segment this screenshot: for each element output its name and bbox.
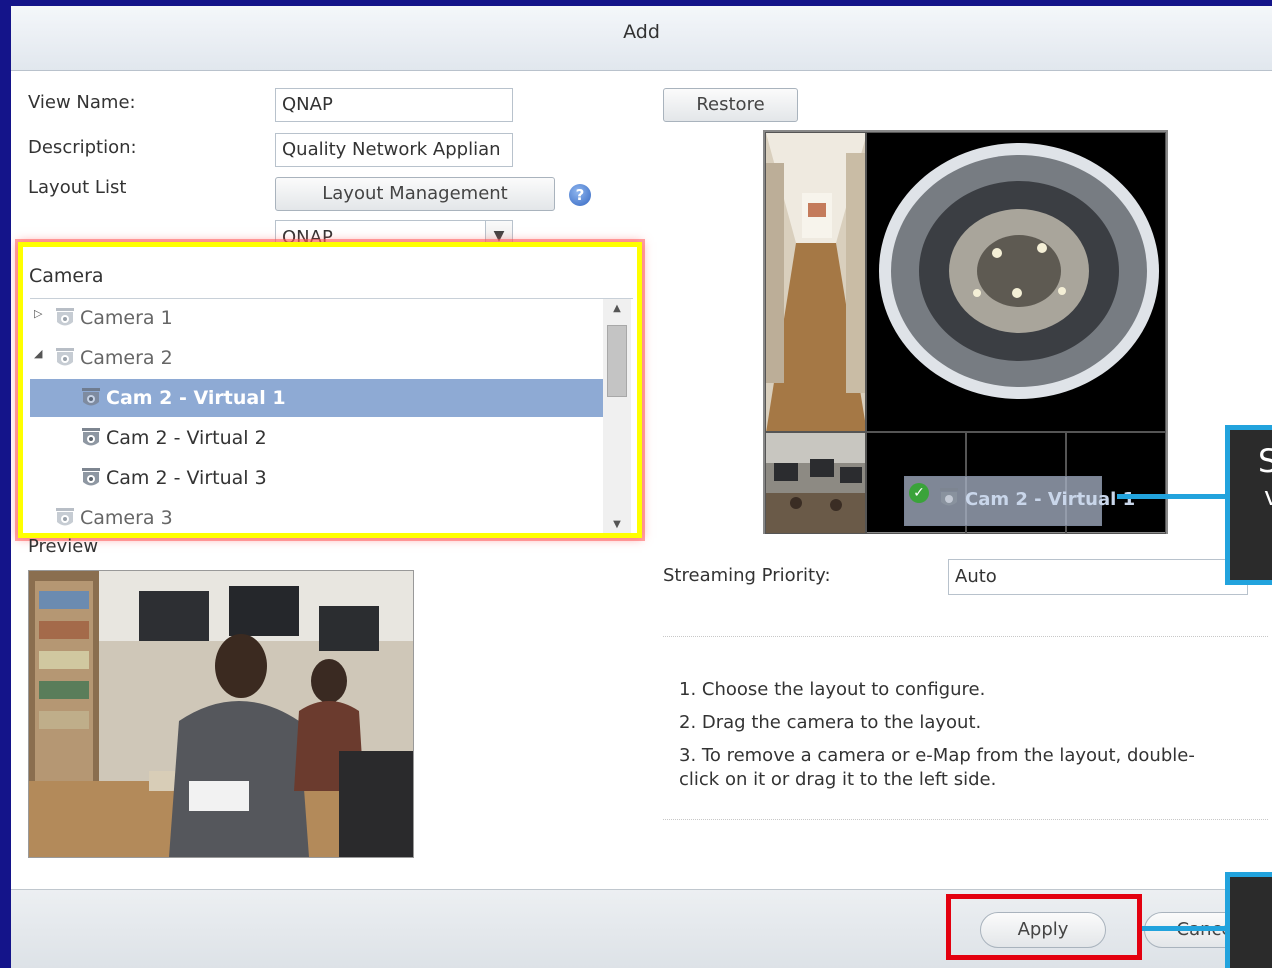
- layout-cell-corridor[interactable]: [765, 132, 866, 432]
- tree-item-cam2-virtual-1[interactable]: Cam 2 - Virtual 1: [30, 379, 603, 417]
- tree-item-camera-1[interactable]: ▷ Camera 1: [30, 299, 603, 337]
- callout-connector: [1142, 926, 1227, 931]
- camera-panel: Camera ▷ Camera 1 ◢ Camera 2 Cam 2 - Vir…: [18, 242, 642, 538]
- camera-icon: [82, 388, 100, 406]
- tree-scrollbar[interactable]: ▲ ▼: [603, 299, 631, 533]
- camera-panel-header: Camera: [29, 265, 104, 287]
- apply-callout: [1225, 872, 1272, 968]
- tree-item-label: Cam 2 - Virtual 1: [106, 387, 286, 409]
- apply-highlight-box: [946, 894, 1142, 960]
- tree-item-camera-2[interactable]: ◢ Camera 2: [30, 339, 603, 377]
- tree-item-label: Camera 3: [80, 507, 173, 529]
- office-camera-picture: [766, 433, 865, 533]
- camera-icon: [56, 508, 74, 526]
- scroll-thumb[interactable]: [607, 325, 627, 397]
- layout-cell-office[interactable]: [765, 432, 866, 534]
- tree-item-cam2-virtual-2[interactable]: Cam 2 - Virtual 2: [30, 419, 603, 457]
- view-name-label: View Name:: [28, 92, 136, 113]
- instruction-step-2: 2. Drag the camera to the layout.: [679, 712, 982, 733]
- camera-icon: [56, 348, 74, 366]
- dragged-camera-item[interactable]: ✓ Cam 2 - Virtual 1: [904, 476, 1135, 526]
- layout-cell-fisheye[interactable]: [866, 132, 1166, 432]
- corridor-camera-picture: [766, 133, 865, 431]
- add-view-dialog: Add View Name: QNAP Description: Quality…: [11, 6, 1272, 968]
- check-icon: ✓: [909, 483, 929, 503]
- scroll-up-arrow-icon[interactable]: ▲: [603, 299, 631, 319]
- layout-management-button[interactable]: Layout Management: [275, 177, 555, 211]
- instruction-step-3: 3. To remove a camera or e-Map from the …: [679, 745, 1195, 766]
- tree-item-camera-3[interactable]: Camera 3: [30, 499, 603, 533]
- camera-tree: ▷ Camera 1 ◢ Camera 2 Cam 2 - Virtual 1 …: [30, 298, 633, 533]
- tooltip-callout: S v: [1225, 425, 1272, 585]
- divider: [663, 819, 1268, 820]
- dialog-title: Add: [11, 6, 1272, 71]
- collapse-arrow-icon[interactable]: ◢: [34, 347, 42, 360]
- scroll-down-arrow-icon[interactable]: ▼: [603, 515, 631, 533]
- callout-connector: [1117, 494, 1227, 499]
- tree-item-label: Cam 2 - Virtual 2: [106, 427, 267, 449]
- office-preview-picture: [29, 571, 413, 857]
- camera-icon: [82, 468, 100, 486]
- layout-list-label: Layout List: [28, 177, 127, 198]
- camera-icon: [940, 488, 958, 506]
- preview-image: [28, 570, 414, 858]
- tree-item-label: Camera 1: [80, 307, 173, 329]
- dragged-camera-label: Cam 2 - Virtual 1: [965, 489, 1136, 510]
- camera-icon: [56, 308, 74, 326]
- fisheye-camera-picture: [867, 133, 1165, 431]
- view-name-input[interactable]: QNAP: [275, 88, 513, 122]
- callout-text: S: [1258, 442, 1272, 480]
- tree-item-label: Cam 2 - Virtual 3: [106, 467, 267, 489]
- divider: [663, 636, 1268, 637]
- layout-grid[interactable]: [763, 130, 1168, 534]
- expand-arrow-icon[interactable]: ▷: [34, 307, 42, 320]
- streaming-priority-label: Streaming Priority:: [663, 565, 831, 586]
- callout-text-fragment: v: [1264, 482, 1272, 512]
- instruction-step-3-continued: click on it or drag it to the left side.: [679, 769, 997, 790]
- description-input[interactable]: Quality Network Applian: [275, 133, 513, 167]
- tree-item-label: Camera 2: [80, 347, 173, 369]
- help-icon[interactable]: ?: [569, 184, 591, 206]
- restore-button[interactable]: Restore: [663, 88, 798, 122]
- description-label: Description:: [28, 137, 137, 158]
- streaming-priority-select[interactable]: Auto: [948, 559, 1248, 595]
- tree-item-cam2-virtual-3[interactable]: Cam 2 - Virtual 3: [30, 459, 603, 497]
- camera-icon: [82, 428, 100, 446]
- preview-label: Preview: [28, 536, 99, 557]
- instruction-step-1: 1. Choose the layout to configure.: [679, 679, 986, 700]
